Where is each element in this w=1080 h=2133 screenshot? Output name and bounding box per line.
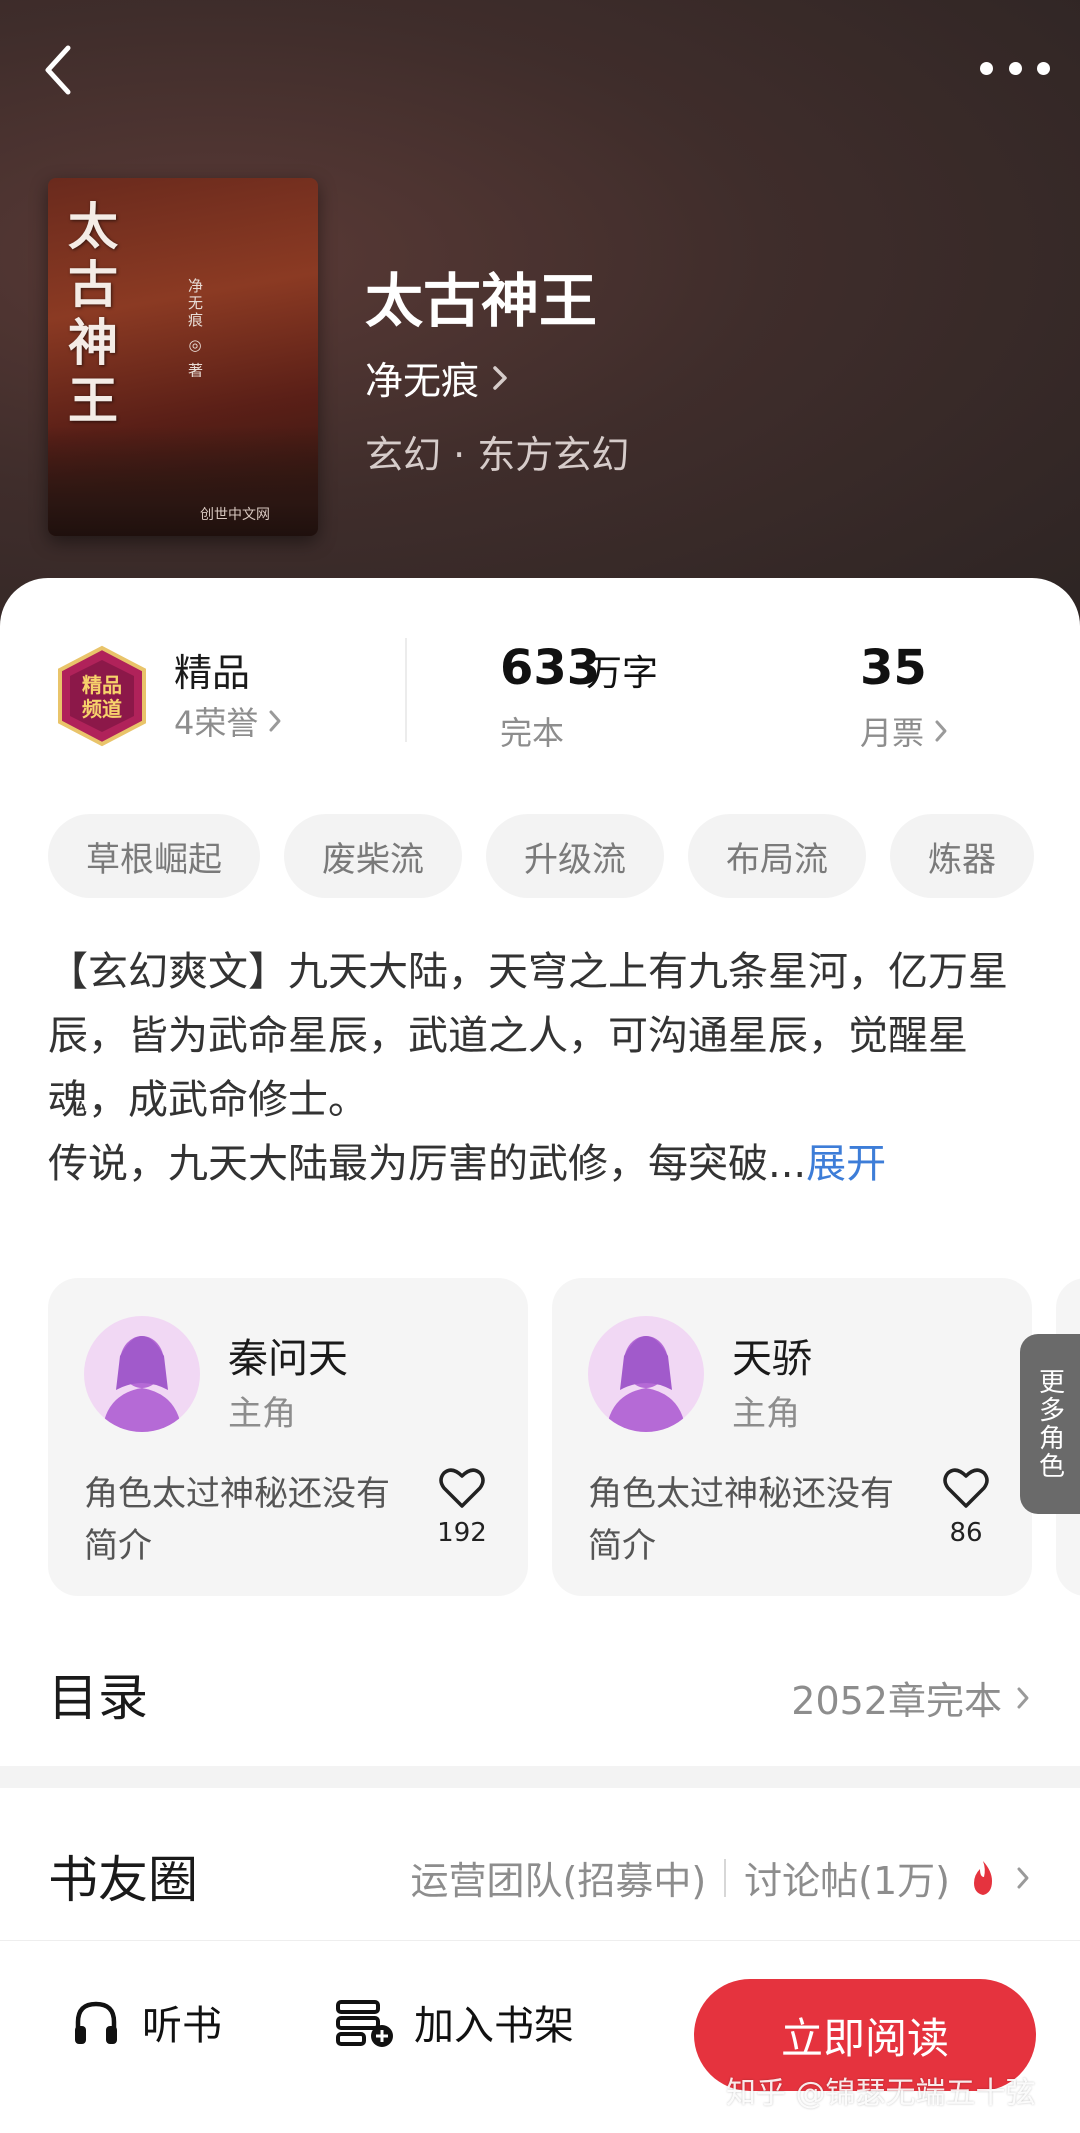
- like-button[interactable]: 192: [432, 1464, 492, 1548]
- word-unit: 万字: [586, 653, 659, 694]
- info-separator: [724, 1858, 727, 1897]
- character-card[interactable]: 秦问天 主角 角色太过神秘还没有简介 192: [48, 1278, 528, 1596]
- monthly-votes: 35: [860, 640, 927, 696]
- monthly-votes-label: 月票: [860, 714, 925, 752]
- like-count: 192: [437, 1518, 487, 1548]
- back-button[interactable]: [28, 40, 88, 100]
- honors-text: 4荣誉: [174, 704, 259, 742]
- watermark-text: 知乎 @锦瑟无端五十弦: [726, 2076, 1036, 2111]
- more-dot-icon: [1008, 61, 1022, 75]
- cover-publisher: 创世中文网: [200, 507, 270, 523]
- expand-link[interactable]: 展开: [806, 1141, 886, 1187]
- premium-label: 精品: [174, 651, 251, 695]
- character-name: 天骄: [732, 1336, 812, 1382]
- chevron-right-icon: [493, 365, 507, 390]
- chevron-right-icon: [1017, 1867, 1029, 1888]
- character-avatar: [84, 1316, 200, 1432]
- book-title: 太古神王: [365, 267, 598, 335]
- book-cover: 太古神王 净无痕 ◎ 著 创世中文网: [48, 178, 318, 536]
- completion-status: 完本: [500, 714, 565, 752]
- section-divider: [0, 1766, 1080, 1788]
- add-to-shelf-button[interactable]: 加入书架: [334, 1993, 574, 2051]
- chevron-left-icon: [45, 45, 71, 95]
- cover-title: 太古神王: [68, 197, 118, 430]
- tag-chip[interactable]: 布局流: [688, 814, 866, 898]
- chevron-right-icon: [935, 720, 947, 742]
- reader-circle-info: 运营团队(招募中) 讨论帖(1万): [411, 1850, 1030, 1905]
- character-role: 主角: [228, 1394, 296, 1434]
- like-count: 86: [949, 1518, 983, 1548]
- person-silhouette-icon: [102, 1336, 182, 1432]
- more-options-button[interactable]: [980, 48, 1050, 88]
- cover-author: 净无痕 ◎ 著: [186, 278, 204, 380]
- character-description: 角色太过神秘还没有简介: [84, 1474, 390, 1566]
- listen-label: 听书: [142, 2003, 222, 2049]
- book-header: 太古神王 净无痕 ◎ 著 创世中文网 太古神王 净无痕 玄幻 · 东方玄幻: [0, 0, 1080, 640]
- character-role: 主角: [732, 1394, 800, 1434]
- add-shelf-label: 加入书架: [414, 2003, 574, 2049]
- toc-title: 目录: [48, 1669, 148, 1727]
- chevron-right-icon: [1017, 1687, 1029, 1708]
- book-description: 【玄幻爽文】九天大陆，天穹之上有九条星河，亿万星辰，皆为武命星辰，武道之人，可沟…: [48, 940, 1038, 1196]
- listen-button[interactable]: 听书: [70, 1993, 222, 2051]
- book-genre: 玄幻 · 东方玄幻: [365, 433, 630, 477]
- more-dot-icon: [1037, 61, 1050, 75]
- like-button[interactable]: 86: [936, 1464, 996, 1548]
- stats-divider: [405, 638, 407, 742]
- character-avatar: [588, 1316, 704, 1432]
- add-shelf-icon: [336, 2000, 393, 2047]
- svg-text:精品: 精品: [82, 673, 122, 697]
- tag-chip[interactable]: 炼器: [890, 814, 1034, 898]
- table-of-contents-row[interactable]: 目录 2052章完本: [0, 1628, 1080, 1748]
- toc-summary: 2052章完本: [791, 1670, 1030, 1725]
- more-dot-icon: [980, 61, 993, 75]
- headphones-icon: [75, 2001, 117, 2044]
- character-description: 角色太过神秘还没有简介: [588, 1474, 894, 1566]
- stats-row: 精品 频道 精品 4荣誉 633 万字 完本 35 月票: [0, 578, 1080, 768]
- tag-chip[interactable]: 草根崛起: [48, 814, 260, 898]
- character-name: 秦问天: [228, 1336, 348, 1382]
- svg-text:频道: 频道: [82, 697, 122, 721]
- honors-link[interactable]: 4荣誉: [174, 698, 282, 744]
- author-name: 净无痕: [365, 359, 480, 403]
- author-link[interactable]: 净无痕: [365, 350, 509, 405]
- heart-icon: [943, 1468, 989, 1508]
- person-silhouette-icon: [606, 1336, 686, 1432]
- character-card[interactable]: 天骄 主角 角色太过神秘还没有简介 86: [552, 1278, 1032, 1596]
- reader-circle-title: 书友圈: [48, 1851, 198, 1909]
- fire-icon: [974, 1860, 992, 1895]
- more-characters-button[interactable]: 更多角色: [1020, 1334, 1080, 1514]
- operations-team-link[interactable]: 运营团队(招募中): [411, 1850, 707, 1905]
- chapter-count: 2052章完本: [791, 1679, 1002, 1723]
- tag-chip[interactable]: 废柴流: [284, 814, 462, 898]
- character-list: 秦问天 主角 角色太过神秘还没有简介 192 天骄 主角 角色太过神秘还没有简介: [48, 1278, 1080, 1598]
- cover-ground: [48, 426, 318, 536]
- chevron-right-icon: [269, 710, 281, 732]
- book-detail-card: 精品 频道 精品 4荣誉 633 万字 完本 35 月票 草根崛起 废柴流 升级…: [0, 578, 1080, 1928]
- reader-circle-row[interactable]: 书友圈 运营团队(招募中) 讨论帖(1万): [0, 1788, 1080, 1938]
- discussion-posts-link[interactable]: 讨论帖(1万): [744, 1850, 950, 1905]
- monthly-votes-link[interactable]: 月票: [860, 708, 948, 754]
- premium-badge-icon: 精品 频道: [58, 645, 146, 747]
- tag-list: 草根崛起 废柴流 升级流 布局流 炼器: [48, 814, 1034, 898]
- tag-chip[interactable]: 升级流: [486, 814, 664, 898]
- heart-icon: [439, 1468, 485, 1508]
